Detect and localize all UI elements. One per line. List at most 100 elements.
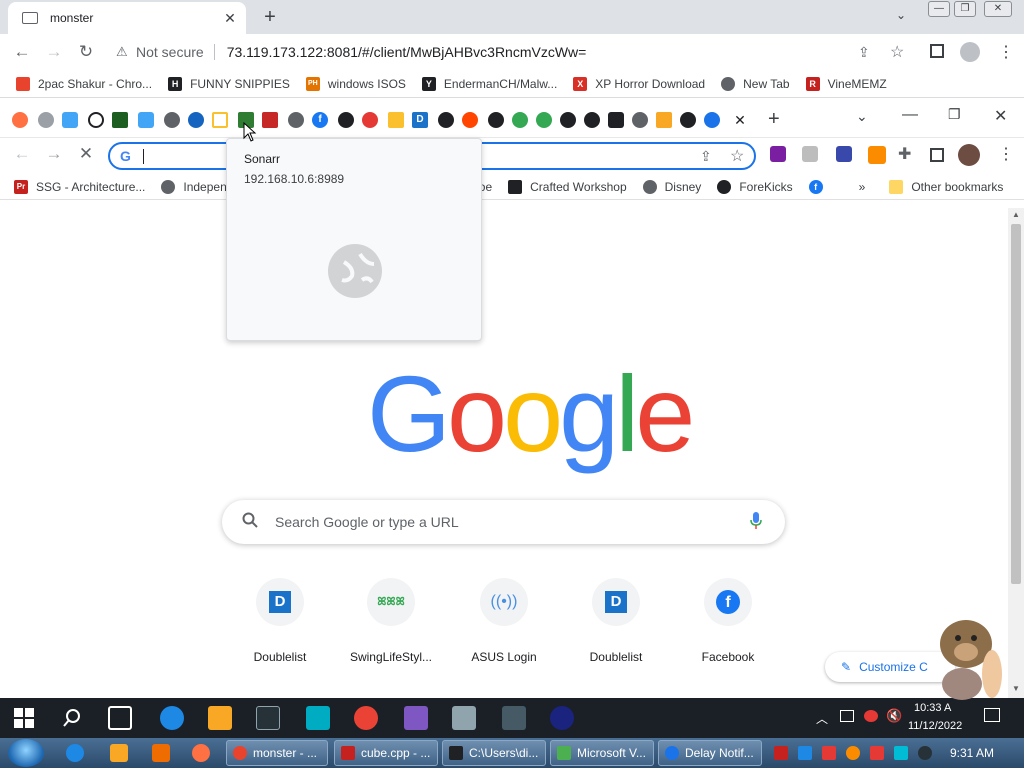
bookmark-item[interactable]: 2pac Shakur - Chro... — [16, 76, 152, 91]
profile-avatar[interactable] — [960, 42, 980, 62]
other-bookmarks[interactable]: Other bookmarks — [889, 179, 1003, 194]
pinned-tab[interactable] — [512, 112, 528, 128]
pinned-tab[interactable] — [338, 112, 354, 128]
bookmark-item[interactable]: ForeKicks — [717, 179, 793, 194]
google-search-box[interactable]: Search Google or type a URL — [222, 500, 785, 544]
tray-icon[interactable] — [918, 746, 932, 760]
task-view-icon[interactable] — [108, 706, 132, 730]
tray-icon[interactable] — [774, 746, 788, 760]
windows-orb-start-icon[interactable] — [8, 739, 44, 767]
tray-icon[interactable] — [822, 746, 836, 760]
extension-icon[interactable] — [802, 146, 818, 162]
pinned-tab[interactable] — [164, 112, 180, 128]
shortcut-tile[interactable]: ꕤꕤꕤ SwingLifeStyl... — [341, 576, 441, 664]
inner-share-icon[interactable]: ⇪ — [700, 148, 712, 165]
pinned-tab[interactable] — [608, 112, 624, 128]
menu-kebab-icon[interactable]: ⋮ — [998, 42, 1014, 62]
inner-star-icon[interactable]: ☆ — [730, 146, 744, 166]
app-icon[interactable] — [404, 706, 428, 730]
outer-tab[interactable]: monster ✕ — [8, 2, 246, 34]
bookmark-item[interactable]: Crafted Workshop — [508, 179, 627, 194]
pinned-tab[interactable] — [560, 112, 576, 128]
pinned-tab[interactable] — [88, 112, 104, 128]
back-icon[interactable]: ← — [12, 42, 32, 62]
shortcut-tile[interactable]: D Doublelist — [230, 576, 330, 664]
bookmark-item[interactable]: New Tab — [721, 76, 790, 91]
share-icon[interactable]: ⇪ — [858, 44, 870, 61]
tab-search-icon[interactable]: ⌄ — [896, 8, 906, 22]
app-icon[interactable] — [192, 744, 210, 762]
url-text[interactable]: 73.119.173.122:8081/#/client/MwBjAHBvc3R… — [227, 44, 587, 60]
folder-icon[interactable] — [110, 744, 128, 762]
pinned-tab[interactable]: D — [412, 112, 428, 128]
pinned-tab[interactable] — [388, 112, 404, 128]
pinned-tab[interactable] — [62, 112, 78, 128]
pinned-tab[interactable] — [584, 112, 600, 128]
restore-button[interactable]: ❐ — [954, 1, 976, 17]
close-window-button[interactable]: ✕ — [984, 1, 1012, 17]
bookmark-item[interactable]: R VineMEMZ — [805, 76, 887, 91]
tray-icon[interactable] — [870, 746, 884, 760]
tray-icon[interactable] — [846, 746, 860, 760]
inner-forward-icon[interactable]: → — [44, 144, 64, 164]
bookmark-item[interactable]: Y EndermanCH/Malw... — [421, 76, 557, 91]
bookmark-item[interactable]: Indepen — [161, 179, 227, 194]
pinned-tab[interactable] — [462, 112, 478, 128]
pinned-tab[interactable] — [212, 112, 228, 128]
notification-icon[interactable] — [984, 708, 1000, 722]
pinned-tab[interactable] — [656, 112, 672, 128]
taskbar-button[interactable]: Delay Notif... — [658, 740, 762, 766]
bookmark-star-icon[interactable]: ☆ — [890, 42, 904, 62]
pinned-tab[interactable] — [680, 112, 696, 128]
pinned-tab[interactable] — [262, 112, 278, 128]
bookmark-item[interactable]: X XP Horror Download — [573, 76, 705, 91]
more-bookmarks-button[interactable]: » — [859, 180, 866, 194]
pinned-tab[interactable] — [138, 112, 154, 128]
bookmark-item[interactable]: f — [808, 179, 831, 194]
pinned-tab[interactable]: f — [312, 112, 328, 128]
tab-close-icon[interactable]: ✕ — [222, 10, 238, 26]
file-explorer-icon[interactable] — [208, 706, 232, 730]
new-tab-button[interactable]: + — [258, 6, 282, 28]
extension-icon[interactable] — [836, 146, 852, 162]
pinned-tab[interactable] — [536, 112, 552, 128]
shortcut-tile[interactable]: f Facebook — [678, 576, 778, 664]
inner-back-icon[interactable]: ← — [12, 144, 32, 164]
inner-tab-search-icon[interactable]: ⌄ — [856, 108, 868, 125]
pinned-tab[interactable] — [704, 112, 720, 128]
ie-icon[interactable] — [160, 706, 184, 730]
inner-new-tab-button[interactable]: + — [768, 108, 780, 131]
tray-chevron-icon[interactable]: ︿ — [816, 710, 828, 727]
taskbar-button[interactable]: C:\Users\di... — [442, 740, 546, 766]
inner-profile-avatar[interactable] — [958, 144, 980, 166]
chrome-icon[interactable] — [354, 706, 378, 730]
inner-minimize-button[interactable]: — — [902, 106, 918, 124]
taskbar-button[interactable]: monster - ... — [226, 740, 328, 766]
app-icon[interactable] — [306, 706, 330, 730]
search-icon[interactable] — [62, 708, 82, 728]
side-panel-icon[interactable] — [930, 44, 944, 58]
inner-side-panel-icon[interactable] — [930, 148, 944, 162]
active-tab-close-icon[interactable]: ✕ — [726, 104, 754, 136]
scrollbar-thumb[interactable] — [1011, 224, 1021, 584]
windows-start-icon[interactable] — [14, 708, 34, 728]
ie-icon[interactable] — [66, 744, 84, 762]
pinned-tab[interactable] — [362, 112, 378, 128]
extension-icon[interactable] — [868, 146, 886, 164]
alert-icon[interactable] — [864, 710, 878, 722]
pinned-tab[interactable] — [288, 112, 304, 128]
network-icon[interactable] — [840, 710, 854, 722]
app-icon[interactable] — [452, 706, 476, 730]
terminal-icon[interactable] — [256, 706, 280, 730]
taskbar-button[interactable]: Microsoft V... — [550, 740, 654, 766]
taskbar-button[interactable]: cube.cpp - ... — [334, 740, 438, 766]
minimize-button[interactable]: — — [928, 1, 950, 17]
volume-muted-icon[interactable]: 🔇 — [886, 708, 902, 724]
inner-menu-icon[interactable]: ⋮ — [998, 144, 1014, 164]
scroll-down-icon[interactable]: ▼ — [1012, 684, 1020, 693]
pinned-tab[interactable] — [632, 112, 648, 128]
address-bar[interactable]: ⚠ Not secure 73.119.173.122:8081/#/clien… — [108, 40, 918, 64]
tray-icon[interactable] — [894, 746, 908, 760]
puzzle-icon[interactable]: ✚ — [898, 144, 911, 164]
inner-restore-button[interactable]: ❐ — [948, 106, 961, 123]
